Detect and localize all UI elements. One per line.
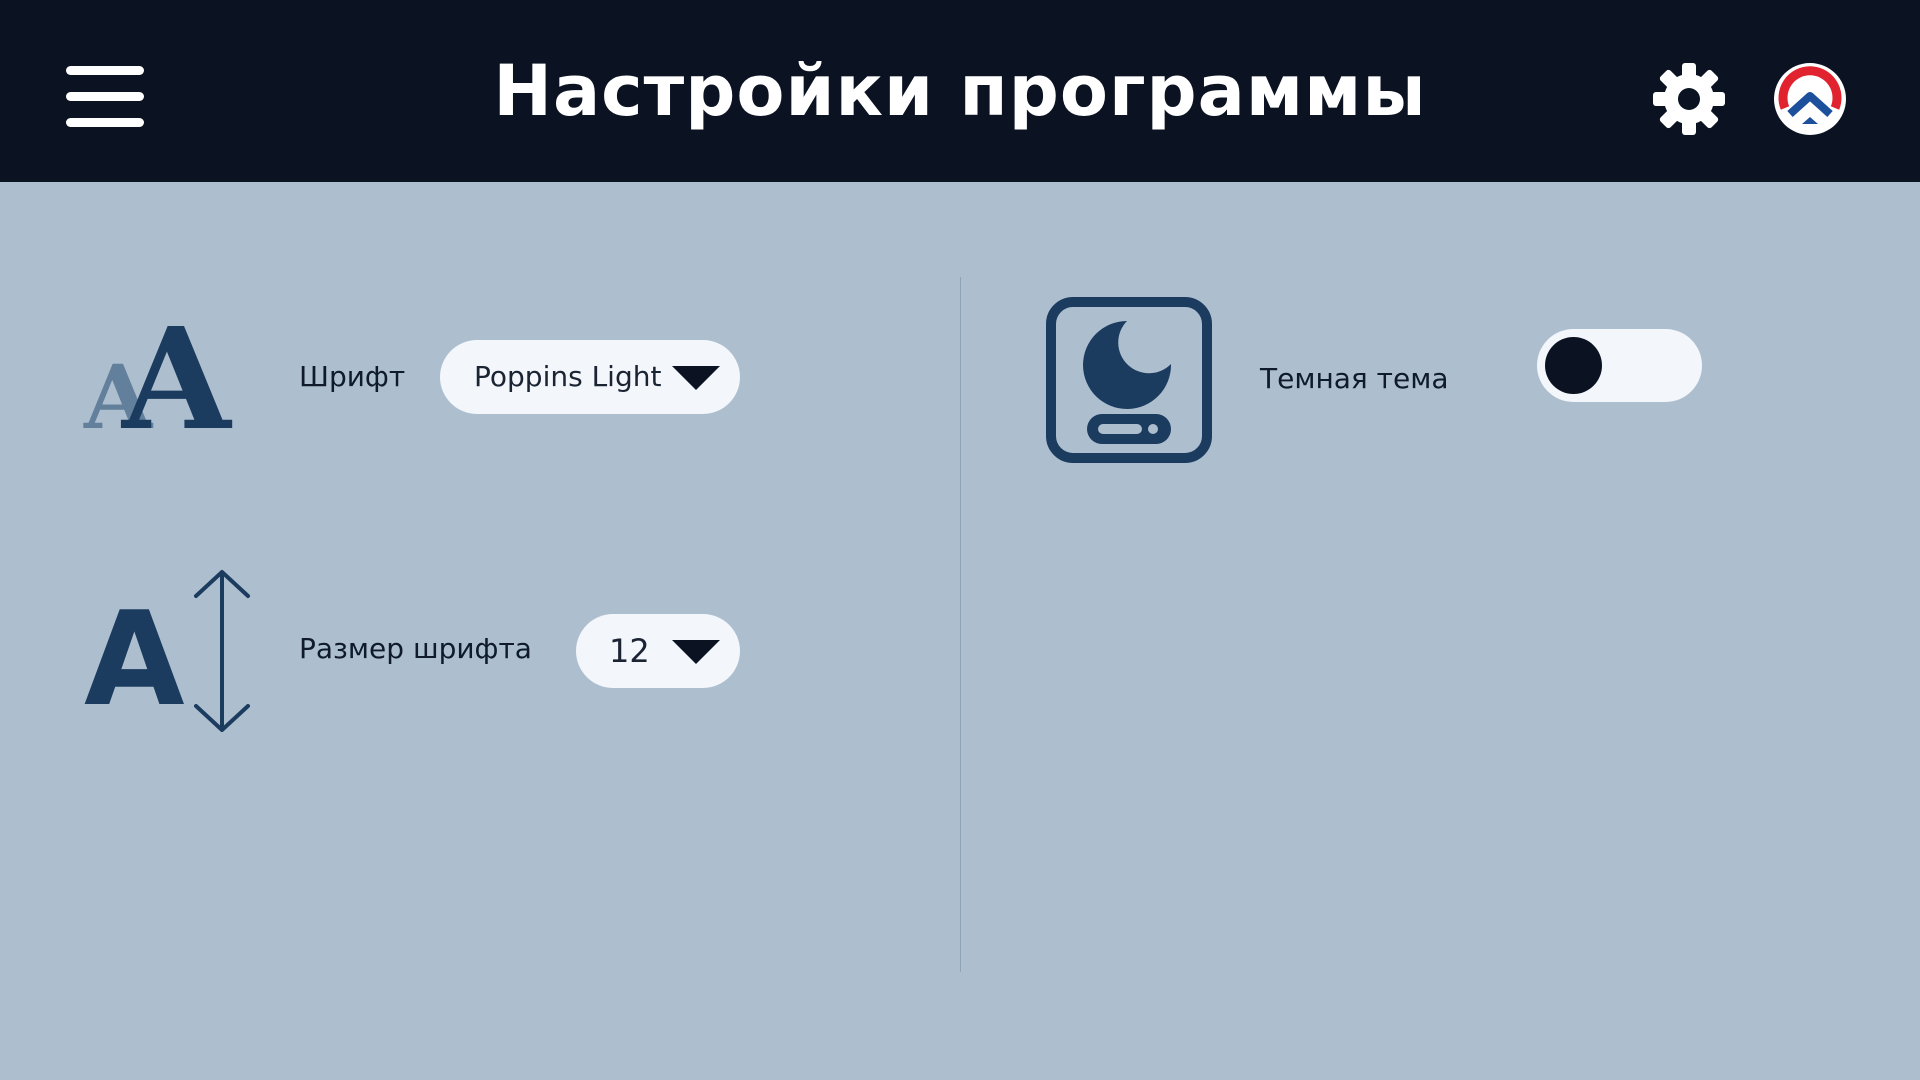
dark-theme-toggle[interactable] [1537, 329, 1702, 402]
page-title: Настройки программы [493, 50, 1427, 132]
column-divider [960, 277, 961, 972]
svg-text:A: A [120, 320, 233, 432]
brand-logo-icon [1774, 63, 1846, 135]
font-size-select-value: 12 [609, 632, 650, 670]
font-select-value: Poppins Light [474, 360, 662, 393]
font-size-icon: A [84, 570, 250, 735]
dark-theme-label: Темная тема [1260, 362, 1449, 395]
chevron-down-icon [672, 366, 720, 390]
app-header: Настройки программы [0, 0, 1920, 182]
font-size-label: Размер шрифта [299, 632, 532, 665]
font-label: Шрифт [299, 360, 406, 393]
svg-text:A: A [84, 583, 185, 735]
font-family-icon: A A [83, 320, 233, 432]
toggle-knob [1545, 337, 1602, 394]
font-size-select[interactable]: 12 [576, 614, 740, 688]
font-select[interactable]: Poppins Light [440, 340, 740, 414]
chevron-down-icon [672, 640, 720, 664]
gear-icon[interactable] [1652, 62, 1726, 136]
night-mode-icon [1046, 297, 1212, 463]
